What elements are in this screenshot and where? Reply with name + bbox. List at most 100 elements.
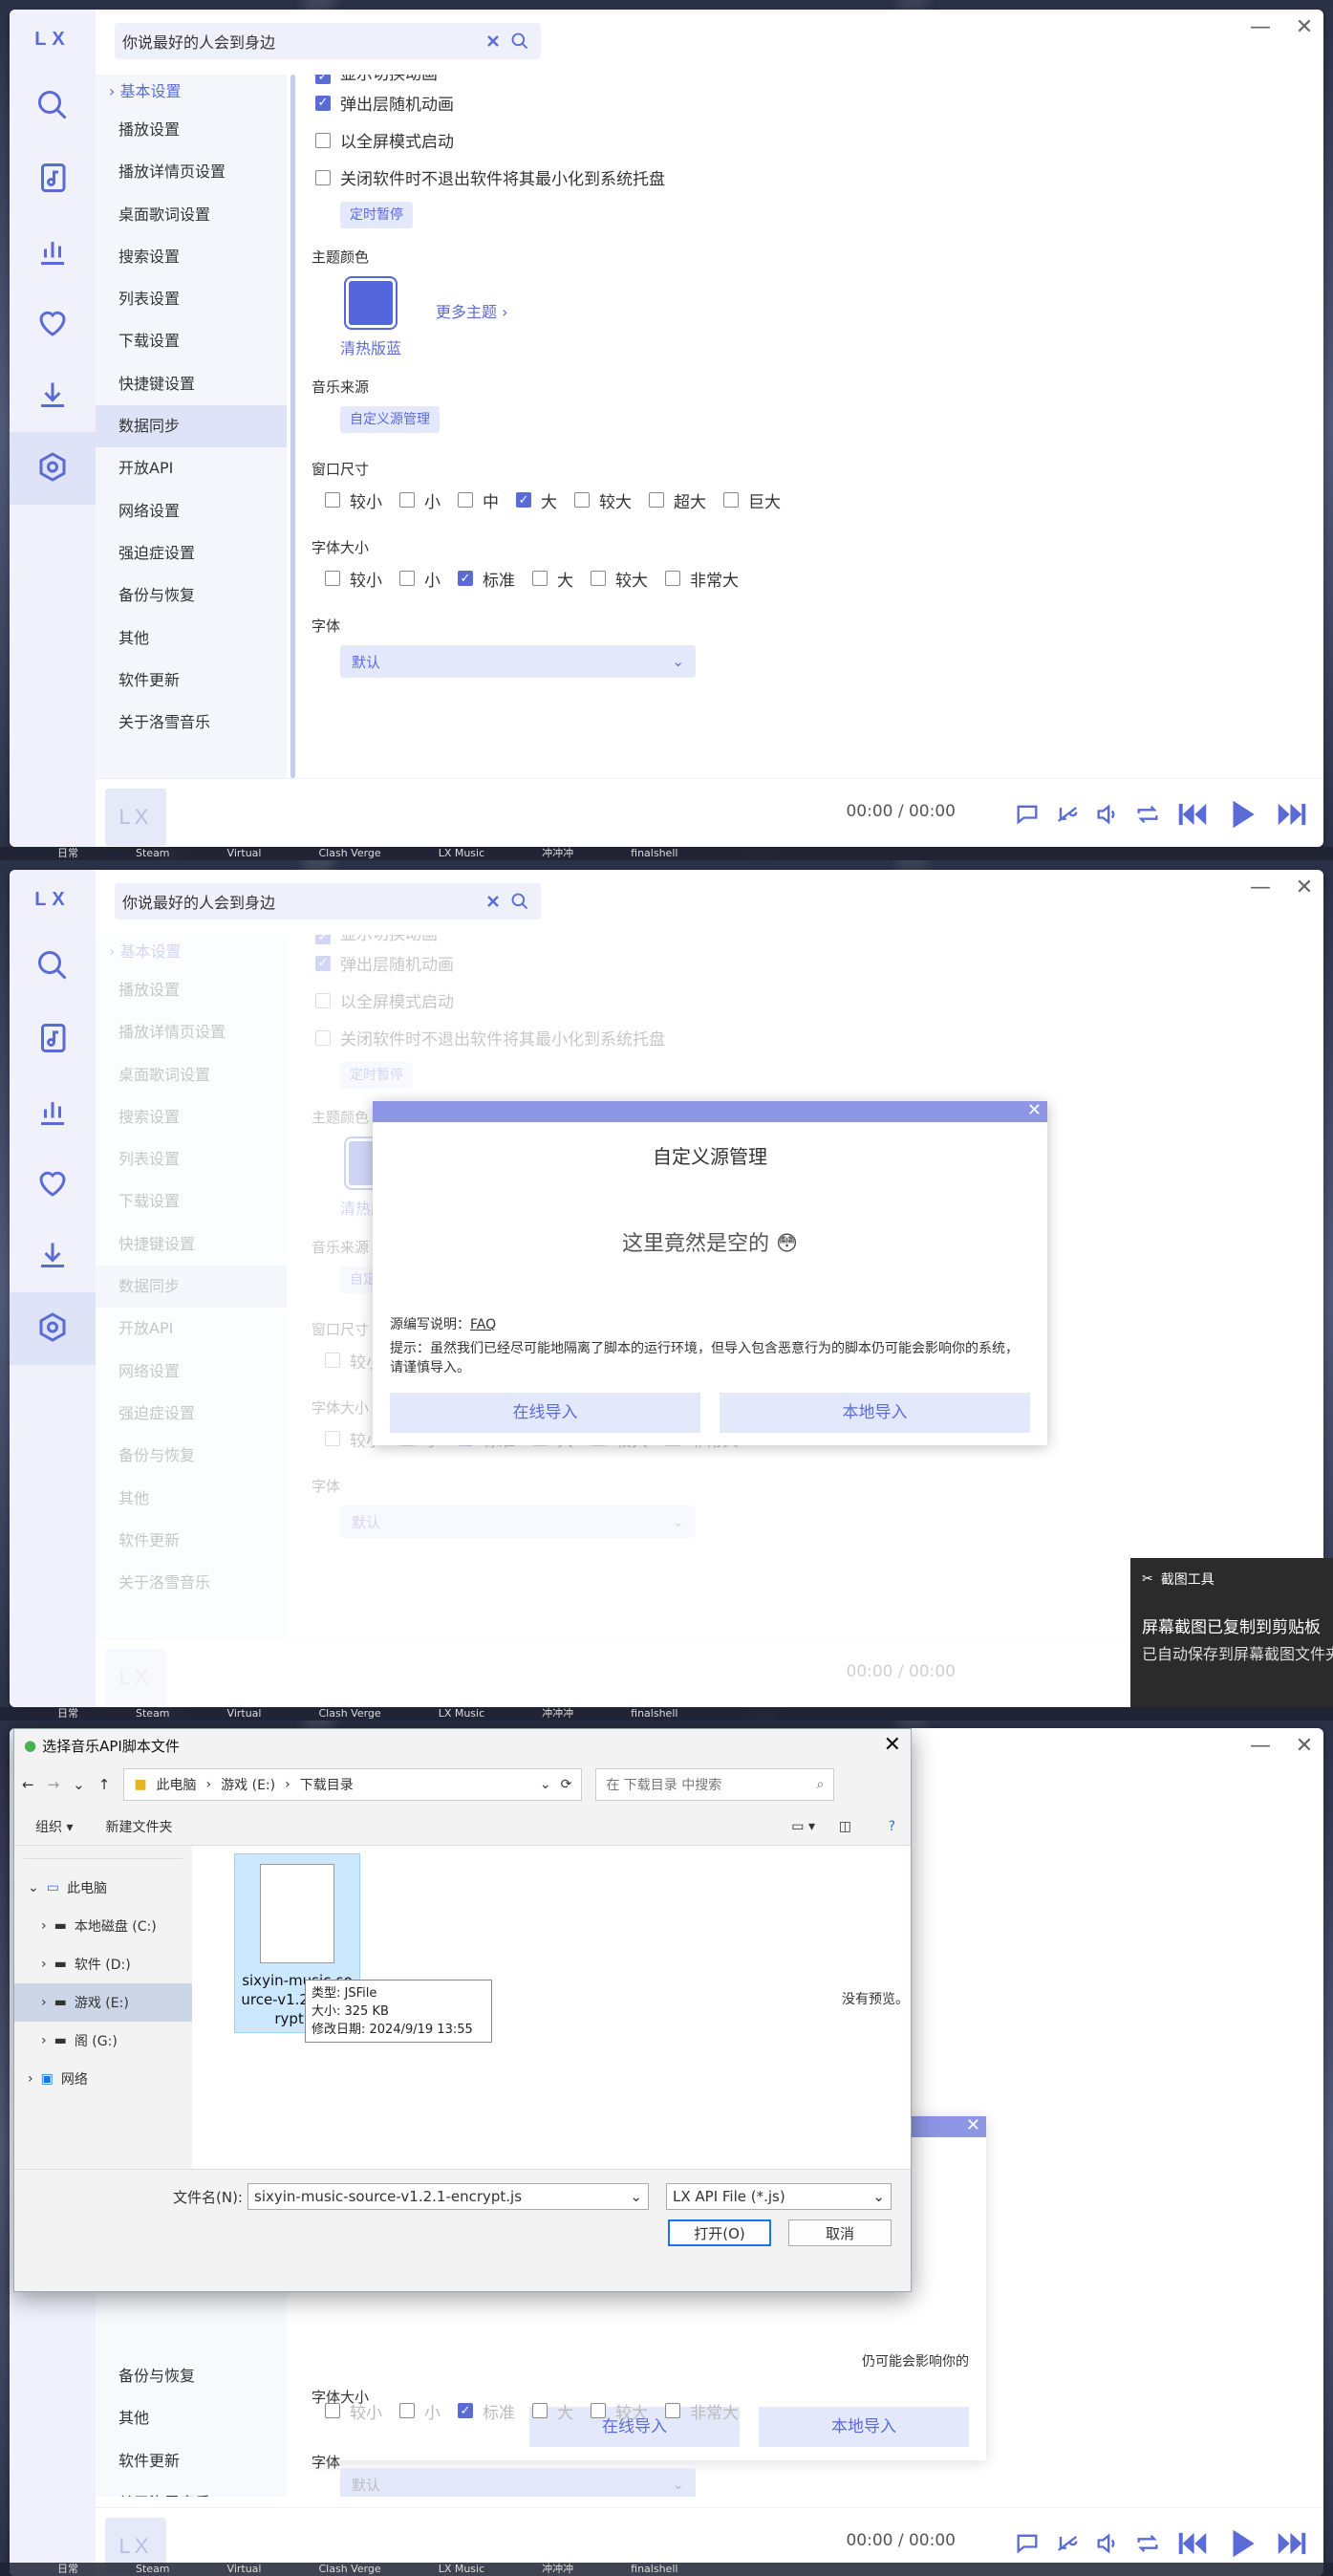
tree-item-drive-g[interactable]: › ▬ 阁 (G:) xyxy=(14,2022,192,2060)
settings-nav-backup[interactable]: 备份与恢复 xyxy=(96,574,287,617)
local-import-button[interactable]: 本地导入 xyxy=(720,1393,1030,1433)
nav-download[interactable] xyxy=(10,359,96,432)
search-input[interactable]: 你说最好的人会到身边 xyxy=(122,30,480,53)
search-submit-icon[interactable] xyxy=(506,28,533,54)
settings-nav-update[interactable]: 软件更新 xyxy=(96,660,287,702)
tree-item-drive-d[interactable]: › ▬ 软件 (D:) xyxy=(14,1945,192,1983)
open-button[interactable]: 打开(O) xyxy=(668,2219,771,2246)
clear-icon[interactable] xyxy=(480,888,506,915)
font-size-option[interactable]: 较小 xyxy=(321,567,382,591)
cancel-button[interactable]: 取消 xyxy=(788,2219,892,2246)
address-dropdown-icon[interactable]: ⌄ xyxy=(540,1777,551,1792)
up-icon[interactable]: ↑ xyxy=(98,1776,111,1793)
search-input[interactable]: 你说最好的人会到身边 xyxy=(122,890,480,913)
search-box[interactable]: 你说最好的人会到身边 xyxy=(115,883,541,920)
checkbox[interactable] xyxy=(315,132,331,148)
checkbox[interactable] xyxy=(315,169,331,185)
comment-icon[interactable] xyxy=(1014,801,1041,832)
custom-source-button[interactable]: 自定义源管理 xyxy=(340,406,440,433)
tree-item-drive-c[interactable]: › ▬ 本地磁盘 (C:) xyxy=(14,1907,192,1945)
snipping-toast[interactable]: ✂ 截图工具 屏幕截图已复制到剪贴板 已自动保存到屏幕截图文件夹 xyxy=(1130,1558,1333,1711)
font-size-option[interactable]: 大 xyxy=(528,567,573,591)
file-search-input[interactable]: 在 下载目录 中搜索 ⌕ xyxy=(595,1768,835,1801)
organize-button[interactable]: 组织 ▾ xyxy=(35,1817,73,1836)
file-type-select[interactable]: LX API File (*.js) ⌄ xyxy=(666,2183,892,2210)
nav-download[interactable] xyxy=(10,1220,96,1292)
window-size-option[interactable]: 巨大 xyxy=(720,488,781,512)
back-icon[interactable]: ← xyxy=(22,1776,34,1793)
setting-popup-anim[interactable]: 弹出层随机动画 xyxy=(312,84,1304,121)
online-import-button[interactable]: 在线导入 xyxy=(390,1393,700,1433)
font-size-option-selected[interactable]: 标准 xyxy=(454,567,515,591)
nav-favorites[interactable] xyxy=(10,287,96,359)
nav-search[interactable] xyxy=(10,929,96,1002)
next-icon[interactable] xyxy=(1274,796,1310,836)
window-size-option[interactable]: 中 xyxy=(454,488,499,512)
theme-item[interactable]: 清热版蓝 xyxy=(340,278,401,358)
settings-nav-desktop-lyric[interactable]: 桌面歌词设置 xyxy=(96,194,287,236)
previous-icon[interactable] xyxy=(1174,2525,1211,2565)
play-icon[interactable] xyxy=(1224,796,1260,836)
clear-icon[interactable] xyxy=(480,28,506,54)
settings-nav-download[interactable]: 下载设置 xyxy=(96,320,287,362)
settings-nav-hotkey[interactable]: 快捷键设置 xyxy=(96,363,287,405)
close-button[interactable]: ✕ xyxy=(1293,876,1316,899)
close-button[interactable]: ✕ xyxy=(1293,15,1316,39)
new-folder-button[interactable]: 新建文件夹 xyxy=(105,1817,172,1836)
more-themes-link[interactable]: 更多主题 › xyxy=(436,299,508,322)
refresh-icon[interactable]: ⟳ xyxy=(561,1777,572,1792)
minimize-button[interactable]: — xyxy=(1249,876,1272,899)
font-select[interactable]: 默认⌄ xyxy=(340,645,696,678)
play-icon[interactable] xyxy=(1224,2525,1260,2565)
close-button[interactable]: ✕ xyxy=(1293,1734,1316,1758)
scroll-thumb[interactable] xyxy=(290,75,295,778)
settings-nav-basic[interactable]: › 基本设置 xyxy=(96,75,287,109)
dialog-close-button[interactable]: ✕ xyxy=(1027,1100,1042,1120)
volume-icon[interactable] xyxy=(1094,2530,1121,2561)
nav-my-list[interactable] xyxy=(10,1002,96,1074)
settings-nav-ocd[interactable]: 强迫症设置 xyxy=(96,532,287,574)
repeat-icon[interactable] xyxy=(1134,2530,1161,2561)
nav-leaderboard[interactable] xyxy=(10,1074,96,1147)
font-size-option[interactable]: 较大 xyxy=(587,567,648,591)
settings-nav-network[interactable]: 网络设置 xyxy=(96,490,287,532)
view-options-icon[interactable]: ▭ ▾ xyxy=(791,1819,815,1834)
preview-pane-icon[interactable]: ◫ xyxy=(839,1819,851,1834)
repeat-icon[interactable] xyxy=(1134,801,1161,832)
file-dialog-close-button[interactable]: ✕ xyxy=(884,1733,901,1757)
volume-icon[interactable] xyxy=(1094,801,1121,832)
next-icon[interactable] xyxy=(1274,2525,1310,2565)
settings-nav-play[interactable]: 播放设置 xyxy=(96,109,287,151)
settings-nav-other[interactable]: 其他 xyxy=(96,617,287,660)
setting-fullscreen[interactable]: 以全屏模式启动 xyxy=(312,121,1304,159)
minimize-button[interactable]: — xyxy=(1249,15,1272,39)
tree-item-network[interactable]: › ▣ 网络 xyxy=(14,2060,192,2098)
recent-dropdown-icon[interactable]: ⌄ xyxy=(73,1776,85,1793)
nav-leaderboard[interactable] xyxy=(10,214,96,287)
settings-nav-about[interactable]: 关于洛雪音乐 xyxy=(96,702,287,744)
minimize-button[interactable]: — xyxy=(1249,1734,1272,1758)
search-submit-icon[interactable] xyxy=(506,888,533,915)
font-size-option[interactable]: 小 xyxy=(396,567,441,591)
settings-nav-open-api[interactable]: 开放API xyxy=(96,447,287,489)
checkbox[interactable] xyxy=(315,95,331,111)
faq-link[interactable]: FAQ xyxy=(470,1317,496,1332)
lyric-icon[interactable] xyxy=(1054,801,1081,832)
nav-favorites[interactable] xyxy=(10,1147,96,1220)
settings-nav-list[interactable]: 列表设置 xyxy=(96,278,287,320)
settings-nav-scrollbar[interactable] xyxy=(287,75,296,778)
window-size-option[interactable]: 较大 xyxy=(570,488,632,512)
nav-settings[interactable] xyxy=(10,432,96,505)
settings-nav-search[interactable]: 搜索设置 xyxy=(96,236,287,278)
nav-search[interactable] xyxy=(10,69,96,141)
window-size-option[interactable]: 超大 xyxy=(645,488,706,512)
lyric-icon[interactable] xyxy=(1054,2530,1081,2561)
search-box[interactable]: 你说最好的人会到身边 xyxy=(115,23,541,59)
window-size-option-selected[interactable]: 大 xyxy=(512,488,557,512)
help-icon[interactable]: ? xyxy=(889,1819,895,1834)
setting-partial-top[interactable]: 显示切换动画 xyxy=(312,75,1304,84)
previous-icon[interactable] xyxy=(1174,796,1211,836)
setting-tray[interactable]: 关闭软件时不退出软件将其最小化到系统托盘 xyxy=(312,159,1304,196)
address-box[interactable]: ■ 此电脑 › 游戏 (E:) › 下载目录 ⌄ ⟳ xyxy=(123,1768,583,1801)
window-size-option[interactable]: 较小 xyxy=(321,488,382,512)
